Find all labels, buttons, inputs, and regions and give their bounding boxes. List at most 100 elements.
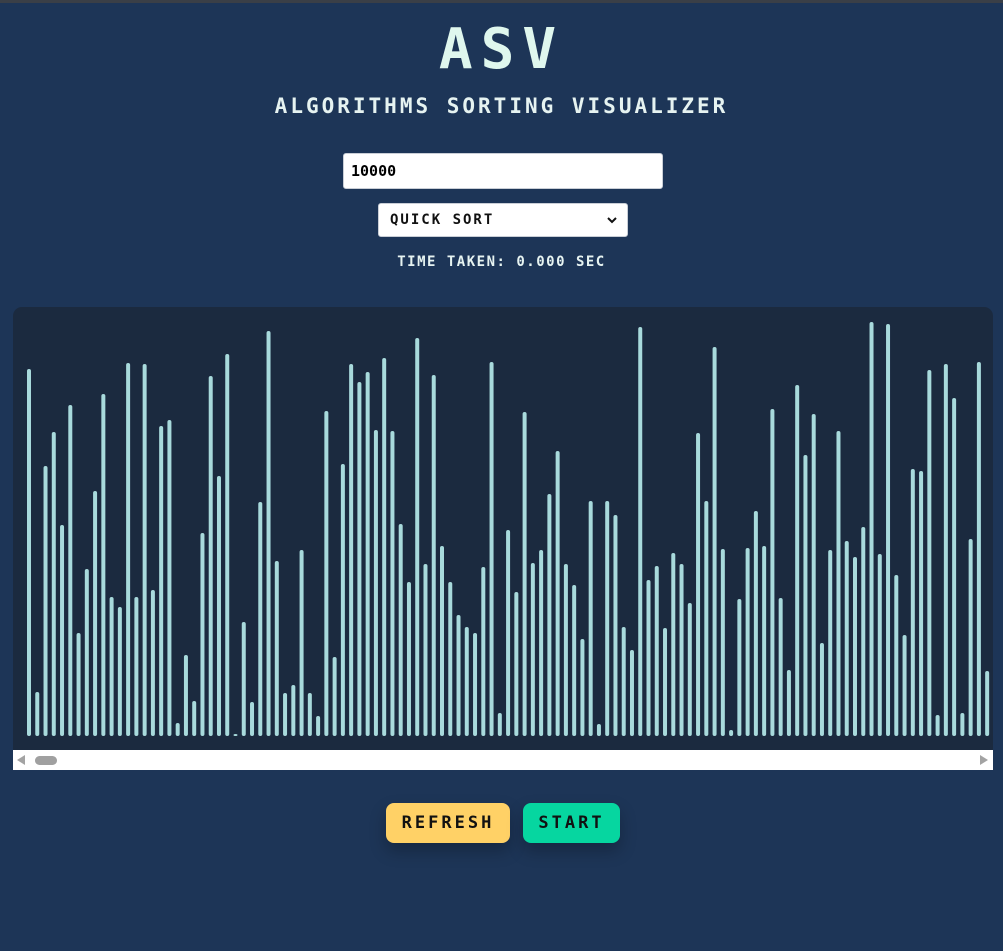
refresh-button[interactable]: REFRESH [386,803,510,843]
algorithm-select[interactable]: QUICK SORT [378,203,628,237]
bar-96 [819,643,824,736]
chevron-down-icon [607,216,617,223]
bar-110 [935,715,940,736]
bar-16 [159,426,164,736]
scroll-left-arrow-icon[interactable] [17,755,25,765]
bar-54 [473,633,478,736]
bar-75 [646,580,651,736]
bar-47 [415,338,420,736]
bar-113 [960,713,965,736]
bar-0 [27,369,31,736]
bar-41 [365,372,370,736]
bar-106 [902,635,907,736]
bar-63 [547,494,552,736]
bar-6 [76,633,81,736]
scroll-right-arrow-icon[interactable] [980,755,988,765]
bar-115 [976,362,981,736]
bar-112 [952,398,957,736]
bar-57 [497,713,502,736]
bar-3 [51,432,56,736]
bar-76 [654,566,659,736]
window-top-border [0,0,1003,3]
bar-88 [753,511,758,736]
bar-67 [580,639,585,736]
bar-59 [514,592,519,736]
bar-99 [844,541,849,736]
bar-103 [877,554,882,736]
bar-15 [150,590,155,736]
bar-37 [332,657,337,736]
bar-73 [629,650,634,736]
bar-56 [489,362,494,736]
bar-71 [613,515,618,736]
bar-62 [539,550,544,736]
app-subtitle: ALGORITHMS SORTING VISUALIZER [274,94,729,118]
array-size-input[interactable] [343,153,663,189]
scrollbar-thumb[interactable] [35,756,57,765]
bar-77 [663,628,668,736]
bar-82 [704,501,709,736]
bar-84 [720,549,725,736]
bar-31 [283,693,288,736]
start-button[interactable]: START [523,803,620,843]
bar-60 [522,412,527,736]
horizontal-scrollbar[interactable] [13,750,993,770]
algorithm-select-value: QUICK SORT [390,212,495,228]
bar-39 [349,364,354,736]
bar-107 [910,469,915,736]
bar-91 [778,598,783,736]
bar-74 [638,327,643,736]
bar-61 [530,563,535,736]
bar-97 [828,550,833,736]
bar-19 [183,655,188,736]
bar-1 [35,692,40,736]
bar-33 [299,550,304,736]
bar-13 [134,597,139,736]
app-title: ASV [438,17,565,82]
bar-94 [803,455,808,736]
bar-93 [795,385,800,736]
bar-95 [811,414,816,736]
bar-36 [324,411,329,736]
bar-105 [894,575,899,736]
bar-24 [225,354,230,736]
bar-80 [687,603,692,736]
bar-48 [423,564,428,736]
bar-4 [60,525,65,736]
bar-111 [943,364,948,736]
bar-116 [985,671,990,736]
bar-40 [357,382,362,736]
bar-35 [316,716,321,736]
bar-51 [448,582,453,736]
bar-86 [737,599,742,736]
bar-49 [431,375,436,736]
bar-11 [117,607,122,736]
bar-78 [671,553,676,736]
bar-14 [142,364,147,736]
bar-50 [440,546,444,736]
bar-5 [68,405,73,736]
bar-114 [968,539,973,736]
bar-70 [605,501,610,736]
bar-8 [93,491,98,736]
bar-17 [167,420,172,736]
bar-58 [506,530,511,736]
bar-68 [588,501,593,736]
bar-27 [250,702,255,736]
bar-79 [679,564,684,736]
bar-69 [596,724,601,736]
bar-21 [200,533,205,736]
bar-98 [836,431,841,736]
bar-53 [464,627,469,736]
bar-55 [481,567,486,736]
bar-25 [233,734,238,736]
bar-65 [563,564,568,736]
bar-28 [258,502,263,736]
bar-66 [572,585,577,736]
bar-87 [745,548,750,736]
bar-104 [886,324,891,736]
bar-64 [555,451,560,736]
bar-72 [621,627,626,736]
bar-43 [382,358,387,736]
bar-42 [373,430,378,736]
